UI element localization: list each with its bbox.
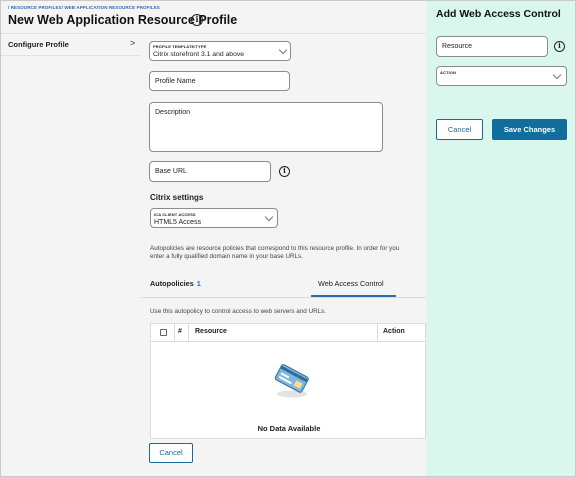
ica-client-access-value: HTML5 Access — [154, 219, 202, 226]
panel-title: Add Web Access Control — [436, 8, 561, 20]
action-label: ACTION — [440, 70, 456, 75]
chevron-down-icon — [552, 70, 562, 80]
tab-autopolicies[interactable]: Autopolicies 1 — [150, 279, 201, 288]
column-divider — [174, 324, 175, 342]
page-header: / RESOURCE PROFILES/ WEB APPLICATION RES… — [1, 1, 426, 34]
column-header-number[interactable]: # — [178, 328, 182, 335]
chevron-down-icon — [264, 212, 274, 222]
resource-placeholder: Resource — [442, 43, 472, 50]
chevron-right-icon: > — [130, 38, 136, 48]
tab-description: Use this autopolicy to control access to… — [150, 308, 327, 315]
cancel-button[interactable]: Cancel — [149, 443, 193, 463]
sidebar-item-configure-profile[interactable]: Configure Profile > — [1, 34, 141, 56]
profile-name-input[interactable]: Profile Name — [149, 71, 290, 91]
sidebar: Configure Profile > — [1, 34, 141, 476]
empty-data-illustration-icon — [274, 364, 309, 398]
sidebar-item-label: Configure Profile — [8, 40, 69, 49]
add-web-access-control-panel: Add Web Access Control Resource i ACTION… — [426, 1, 575, 476]
table-header: # Resource Action — [151, 324, 426, 342]
description-textarea[interactable]: Description — [149, 102, 383, 152]
profile-template-value: Citrix storefront 3.1 and above — [153, 51, 245, 58]
ica-client-access-select[interactable]: ICA CLIENT ACCESS HTML5 Access — [150, 208, 278, 228]
citrix-settings-heading: Citrix settings — [150, 193, 204, 202]
column-header-action[interactable]: Action — [383, 328, 405, 335]
profile-template-label: PROFILE TEMPLATE/TYPE — [153, 44, 207, 49]
tab-autopolicies-label: Autopolicies — [150, 279, 194, 288]
column-divider — [188, 324, 189, 342]
form-content: PROFILE TEMPLATE/TYPE Citrix storefront … — [141, 34, 426, 476]
resource-info-icon[interactable]: i — [554, 41, 565, 52]
profile-name-placeholder: Profile Name — [155, 78, 196, 85]
title-info-icon[interactable]: i — [191, 14, 203, 26]
tab-web-access-control[interactable]: Web Access Control — [318, 279, 384, 288]
column-divider — [377, 324, 378, 342]
chevron-down-icon — [278, 45, 288, 55]
tab-autopolicies-count: 1 — [196, 279, 201, 288]
description-placeholder: Description — [155, 109, 191, 116]
main-area: / RESOURCE PROFILES/ WEB APPLICATION RES… — [1, 1, 426, 476]
ica-client-access-label: ICA CLIENT ACCESS — [154, 212, 196, 217]
resource-input[interactable]: Resource — [436, 36, 548, 57]
action-select[interactable]: ACTION — [436, 66, 567, 86]
profile-template-select[interactable]: PROFILE TEMPLATE/TYPE Citrix storefront … — [149, 41, 291, 61]
base-url-placeholder: Base URL — [155, 168, 187, 175]
empty-state-text: No Data Available — [257, 424, 321, 433]
base-url-input[interactable]: Base URL — [149, 161, 271, 182]
panel-cancel-button[interactable]: Cancel — [436, 119, 483, 140]
column-header-resource[interactable]: Resource — [195, 328, 227, 335]
autopolicy-note-line2: enter a fully qualified domain name in y… — [150, 253, 303, 260]
base-url-info-icon[interactable]: i — [279, 166, 290, 177]
web-access-table: # Resource Action No Data Available — [150, 323, 426, 439]
select-all-checkbox[interactable] — [160, 329, 167, 336]
breadcrumb[interactable]: / RESOURCE PROFILES/ WEB APPLICATION RES… — [8, 5, 160, 10]
save-changes-button[interactable]: Save Changes — [492, 119, 567, 140]
active-tab-indicator — [311, 295, 396, 297]
tab-bar: Autopolicies 1 Web Access Control — [141, 270, 426, 298]
